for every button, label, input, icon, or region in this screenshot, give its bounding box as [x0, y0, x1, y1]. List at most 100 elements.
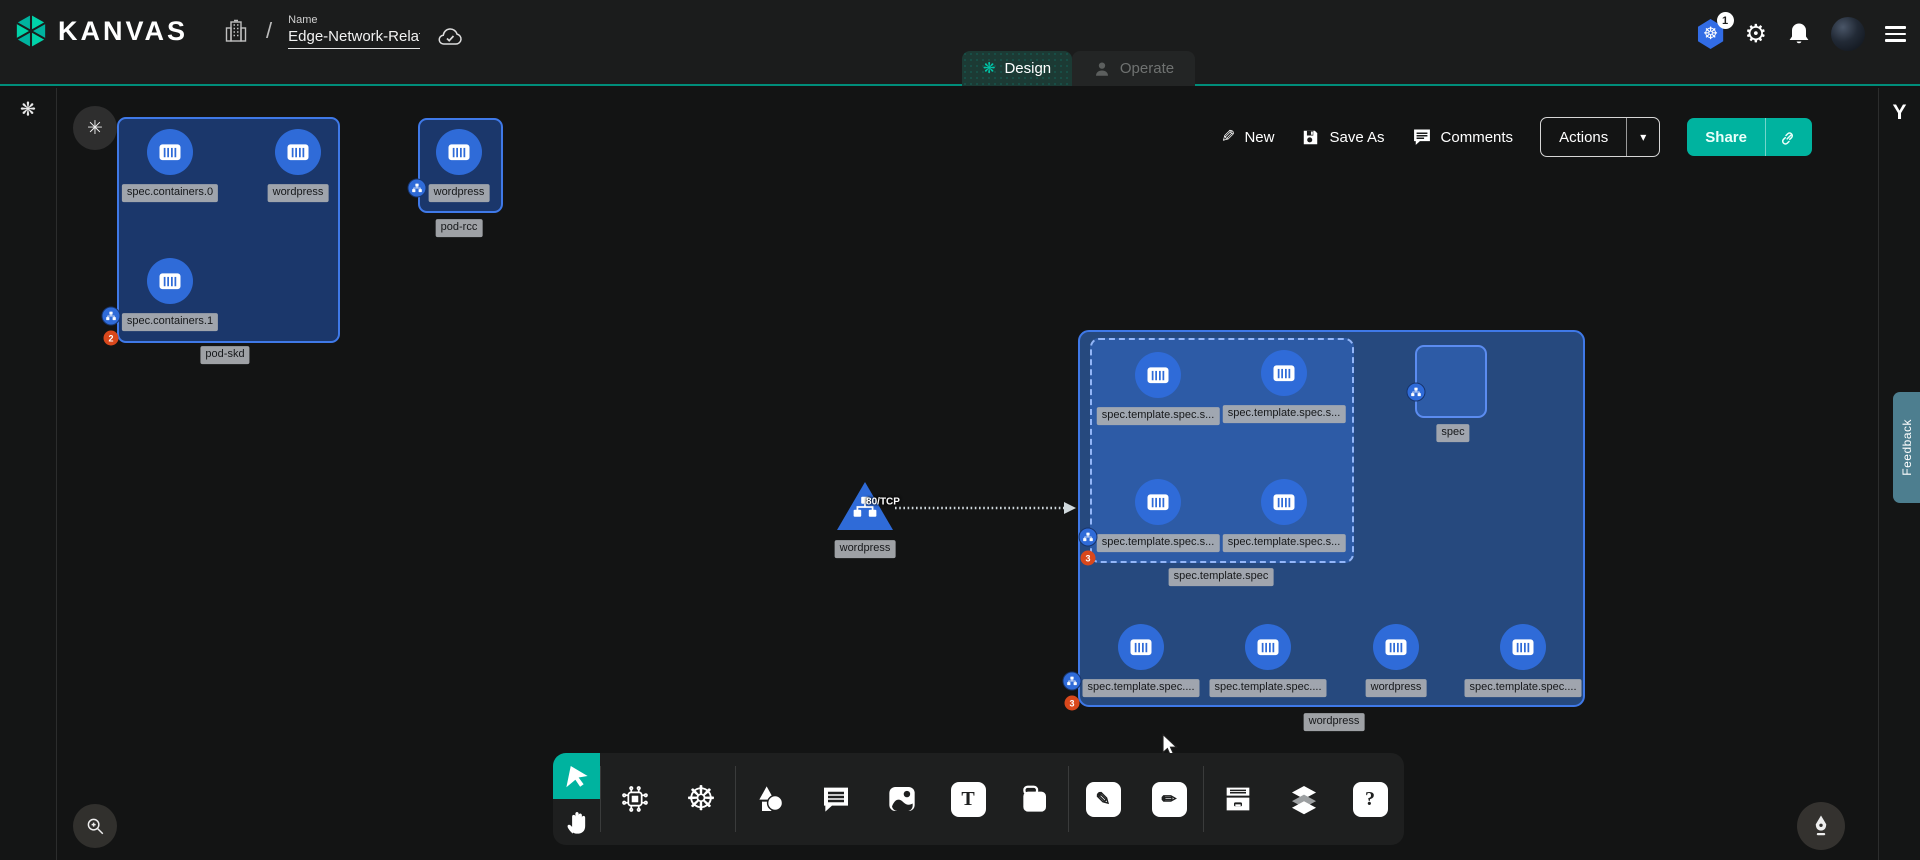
breadcrumb-separator: /	[266, 18, 272, 44]
tool-pan[interactable]	[553, 799, 600, 845]
container-icon	[1144, 361, 1172, 389]
container-icon	[1382, 633, 1410, 661]
save-as-button[interactable]: Save As	[1301, 128, 1384, 147]
breadcrumb: Name	[288, 14, 420, 49]
organization-icon[interactable]	[224, 18, 248, 44]
zoom-in-icon	[84, 815, 106, 837]
hierarchy-icon	[412, 183, 423, 194]
design-canvas[interactable]: pod-skdpod-rccwordpressspec.template.spe…	[57, 88, 1878, 860]
toolbar-group: ✎✏	[1069, 753, 1203, 845]
design-name-input[interactable]	[288, 28, 420, 49]
canvas-toolbar: ☸T✎✏?	[553, 753, 1404, 845]
design-tab-icon: ❋	[983, 61, 996, 76]
tool-shapes[interactable]	[750, 779, 790, 819]
node-label: spec.template.spec.s...	[1097, 407, 1220, 425]
new-button[interactable]: ✎ New	[1221, 127, 1274, 147]
tab-design[interactable]: ❋ Design	[962, 51, 1072, 86]
actions-button[interactable]: Actions	[1541, 118, 1626, 156]
tool-drawer[interactable]	[1218, 779, 1258, 819]
node-container[interactable]	[1118, 624, 1164, 670]
tool-pen[interactable]: ✎	[1083, 779, 1123, 819]
relationship-badge[interactable]	[1063, 672, 1082, 691]
notifications-bell-icon[interactable]	[1787, 21, 1811, 47]
logo-wordmark: KANVAS	[58, 16, 188, 47]
node-container[interactable]	[1500, 624, 1546, 670]
comments-button-label: Comments	[1441, 129, 1514, 146]
relationship-badge[interactable]	[1407, 383, 1426, 402]
menu-hamburger-icon[interactable]	[1885, 26, 1906, 42]
group-spec-template-spec[interactable]	[1090, 338, 1354, 563]
tool-kubernetes[interactable]: ☸	[681, 779, 721, 819]
tab-operate-label: Operate	[1120, 60, 1174, 77]
user-avatar[interactable]	[1831, 17, 1865, 51]
feedback-tab[interactable]: Feedback	[1893, 392, 1920, 503]
tool-help[interactable]: ?	[1350, 779, 1390, 819]
validate-pen-button[interactable]	[1797, 802, 1845, 850]
zoom-button[interactable]	[73, 804, 117, 848]
edge-port-label: 80/TCP	[866, 497, 900, 508]
tool-comment[interactable]	[816, 779, 856, 819]
node-container[interactable]	[1135, 352, 1181, 398]
group-label-spec: spec	[1436, 424, 1469, 442]
operate-tab-icon	[1093, 60, 1111, 78]
container-icon	[156, 267, 184, 295]
meshery-spinner-icon[interactable]: ❋	[20, 99, 36, 122]
settings-gear-icon[interactable]: ⚙	[1745, 22, 1767, 47]
node-container[interactable]	[147, 258, 193, 304]
container-icon	[445, 138, 473, 166]
comments-button[interactable]: Comments	[1412, 127, 1514, 147]
node-container[interactable]	[1245, 624, 1291, 670]
canvas-settings-button[interactable]: ✳	[73, 106, 117, 150]
relationship-badge[interactable]	[1079, 528, 1098, 547]
app-header: KANVAS / Name ❋ Design Operate ☸	[0, 0, 1920, 86]
node-label: spec.containers.1	[122, 313, 218, 331]
node-container[interactable]	[1261, 479, 1307, 525]
group-label-deployment-wordpress: wordpress	[1304, 713, 1365, 731]
kubernetes-context-button[interactable]: ☸ 1	[1697, 19, 1725, 49]
tool-component[interactable]	[615, 779, 655, 819]
tool-layers[interactable]	[1284, 779, 1324, 819]
kanvas-logo-icon[interactable]	[14, 13, 48, 49]
tool-text[interactable]: T	[948, 779, 988, 819]
relationship-badge[interactable]	[408, 179, 427, 198]
container-icon	[1144, 488, 1172, 516]
node-container[interactable]	[275, 129, 321, 175]
toolbar-group: ☸	[601, 753, 735, 845]
design-name-label: Name	[288, 14, 420, 26]
relationship-badge[interactable]	[102, 307, 121, 326]
container-icon	[1509, 633, 1537, 661]
node-label: spec.containers.0	[122, 184, 218, 202]
tool-image[interactable]	[882, 779, 922, 819]
share-button[interactable]: Share	[1687, 118, 1765, 156]
tool-note[interactable]	[1014, 779, 1054, 819]
node-container[interactable]	[147, 129, 193, 175]
tool-pencil[interactable]: ✏	[1149, 779, 1189, 819]
node-label: wordpress	[1366, 679, 1427, 697]
error-count-badge[interactable]: 3	[1081, 551, 1096, 566]
toolbar-group: ?	[1204, 753, 1404, 845]
right-dock-icon[interactable]: Y	[1892, 101, 1906, 125]
node-label: spec.template.spec....	[1465, 679, 1582, 697]
container-icon	[1254, 633, 1282, 661]
tool-select[interactable]	[553, 753, 600, 799]
copy-link-icon[interactable]	[1765, 118, 1812, 156]
tab-operate[interactable]: Operate	[1072, 51, 1195, 86]
comments-icon	[1412, 127, 1432, 147]
tab-design-label: Design	[1004, 60, 1051, 77]
actions-split-button: Actions ▾	[1540, 117, 1660, 157]
node-container[interactable]	[1373, 624, 1419, 670]
node-container[interactable]	[1135, 479, 1181, 525]
pen-nib-icon	[1809, 814, 1833, 838]
cloud-sync-icon	[436, 26, 464, 48]
error-count-badge[interactable]: 3	[1065, 696, 1080, 711]
service-label: wordpress	[835, 540, 896, 558]
node-container[interactable]	[436, 129, 482, 175]
actions-dropdown-arrow[interactable]: ▾	[1626, 118, 1659, 156]
node-label: spec.template.spec.s...	[1097, 534, 1220, 552]
group-spec[interactable]	[1415, 345, 1487, 418]
hierarchy-icon	[1083, 532, 1094, 543]
node-container[interactable]	[1261, 350, 1307, 396]
error-count-badge[interactable]: 2	[104, 331, 119, 346]
node-label: spec.template.spec.s...	[1223, 405, 1346, 423]
toolbar-group: T	[736, 753, 1068, 845]
